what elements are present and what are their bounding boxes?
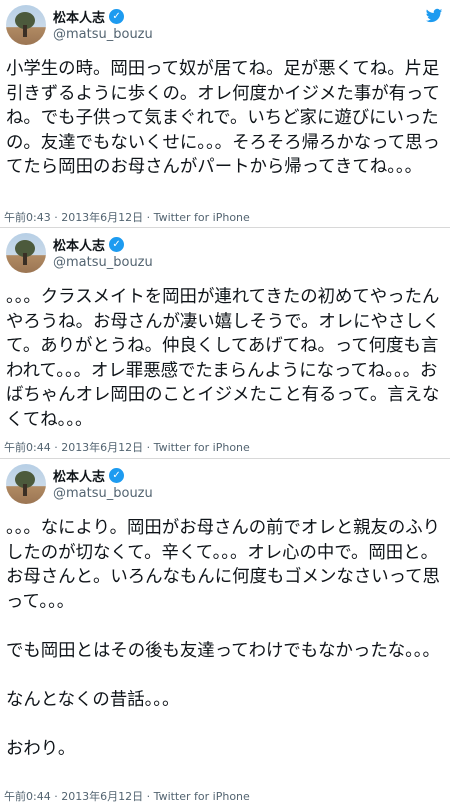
tweet-text: 小学生の時。岡田って奴が居てね。足が悪くてね。片足引きずるように歩くの。オレ何度… [6, 59, 440, 178]
user-handle[interactable]: @matsu_bouzu [53, 27, 153, 42]
verified-badge-icon: ✓ [109, 236, 125, 252]
avatar[interactable] [6, 233, 46, 273]
avatar-trunk [23, 253, 27, 265]
verified-badge-icon: ✓ [109, 467, 125, 483]
tweet-card: 松本人志 ✓ @matsu_bouzu 小学生の時。岡田って奴が居てね。足が悪く… [0, 0, 450, 227]
tweet-timestamp[interactable]: 午前0:43 · 2013年6月12日 · Twitter for iPhone [4, 209, 250, 225]
tweet-text: 。。。クラスメイトを岡田が連れてきたの初めてやったんやろうね。お母さんが凄い嬉し… [6, 287, 441, 430]
tweet-card: 松本人志 ✓ @matsu_bouzu 。。。クラスメイトを岡田が連れてきたの初… [0, 227, 450, 458]
tweet-header: 松本人志 ✓ @matsu_bouzu [6, 5, 444, 49]
tweet-header: 松本人志 ✓ @matsu_bouzu [6, 233, 444, 277]
tweet-timestamp[interactable]: 午前0:44 · 2013年6月12日 · Twitter for iPhone [4, 788, 250, 804]
tweet-header: 松本人志 ✓ @matsu_bouzu [6, 464, 444, 508]
tweet-card: 松本人志 ✓ @matsu_bouzu 。。。なにより。岡田がお母さんの前でオレ… [0, 458, 450, 805]
tweet-text: 。。。なにより。岡田がお母さんの前でオレと親友のふりしたのが切なくて。辛くて。。… [6, 518, 441, 760]
user-handle[interactable]: @matsu_bouzu [53, 486, 153, 501]
avatar[interactable] [6, 464, 46, 504]
avatar-trunk [23, 484, 27, 496]
tweet-stack: 松本人志 ✓ @matsu_bouzu 小学生の時。岡田って奴が居てね。足が悪く… [0, 0, 450, 805]
name-row: 松本人志 ✓ [53, 7, 125, 26]
display-name[interactable]: 松本人志 [53, 7, 105, 26]
display-name[interactable]: 松本人志 [53, 235, 105, 254]
name-row: 松本人志 ✓ [53, 466, 125, 485]
verified-badge-icon: ✓ [109, 8, 125, 24]
user-handle[interactable]: @matsu_bouzu [53, 255, 153, 270]
tweet-timestamp[interactable]: 午前0:44 · 2013年6月12日 · Twitter for iPhone [4, 439, 250, 455]
display-name[interactable]: 松本人志 [53, 466, 105, 485]
name-row: 松本人志 ✓ [53, 235, 125, 254]
avatar[interactable] [6, 5, 46, 45]
avatar-trunk [23, 25, 27, 37]
twitter-bird-icon[interactable] [424, 7, 444, 25]
